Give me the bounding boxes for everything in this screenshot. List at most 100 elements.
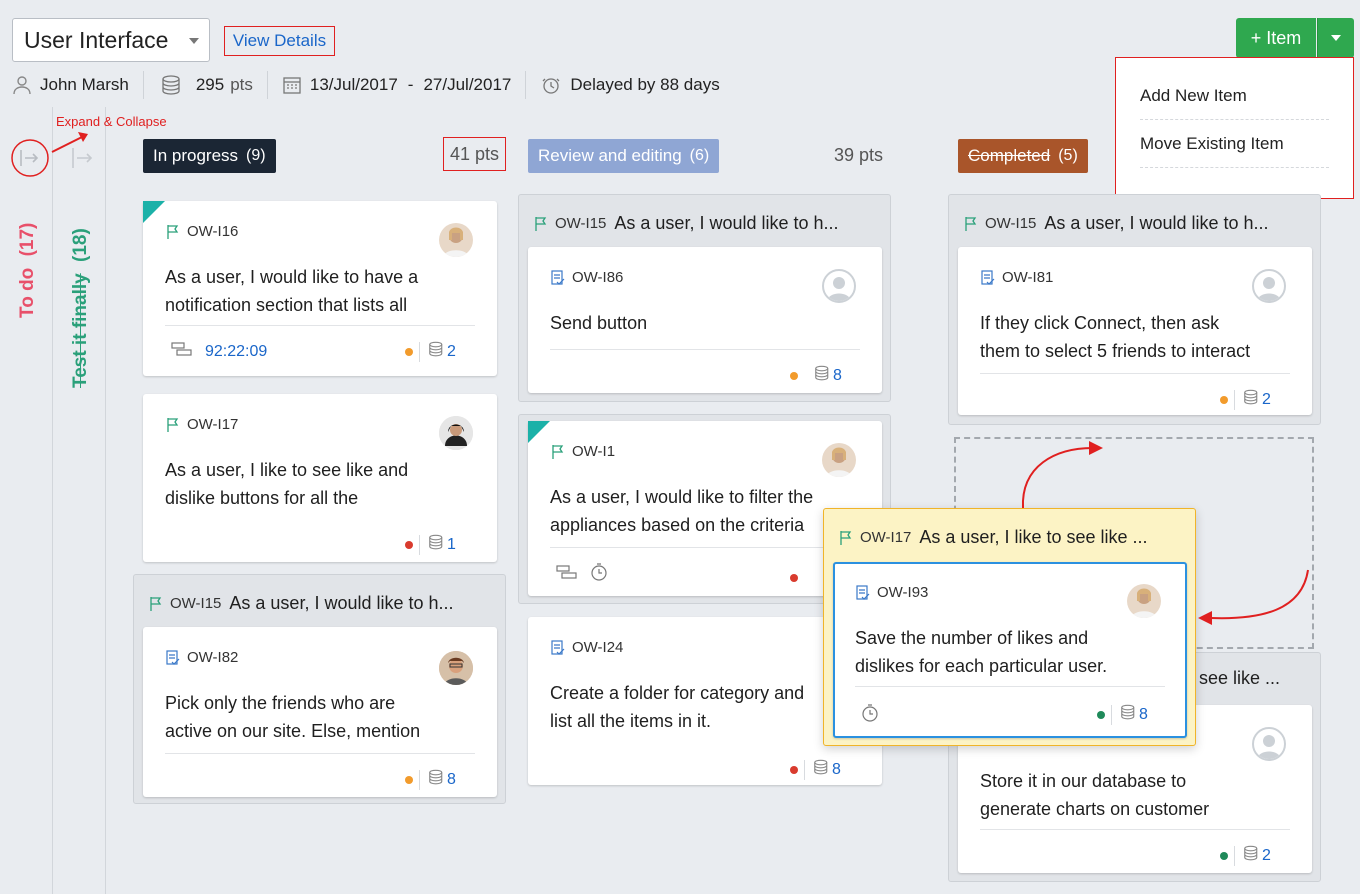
points-value: 295 <box>195 75 225 94</box>
column-points-review: 39 pts <box>834 145 884 165</box>
item-id: OW-I24 <box>550 639 623 656</box>
item-title: Store it in our database to generate char… <box>980 771 1210 819</box>
parent-item-id: OW-I17 As a user, I like to see like ... <box>838 527 1148 548</box>
clock-delay-icon <box>540 75 562 95</box>
view-details-link[interactable]: View Details <box>224 26 335 56</box>
priority-dot <box>405 775 413 784</box>
item-id: OW-I81 <box>980 269 1053 286</box>
coins-icon <box>426 341 444 362</box>
item-title: As a user, I would like to have a notific… <box>165 267 419 315</box>
add-item-menu: Add New Item Move Existing Item <box>1115 57 1354 199</box>
timer-icon <box>590 563 608 586</box>
flag-icon <box>963 216 979 232</box>
user-icon <box>12 75 32 95</box>
column-header-completed[interactable]: Completed (5) <box>958 139 1088 173</box>
column-header-review[interactable]: Review and editing (6) <box>528 139 720 173</box>
item-id: OW-I16 <box>165 223 238 240</box>
owner-name: John Marsh <box>40 75 129 94</box>
project-selector[interactable]: User Interface <box>12 18 210 62</box>
item-timer: 92:22:09 <box>171 341 267 362</box>
flag-icon <box>550 444 566 460</box>
collapse-corner-icon[interactable] <box>528 421 550 443</box>
avatar[interactable] <box>439 416 473 450</box>
item-title: As a user, I like to see like and dislike… <box>165 460 409 508</box>
priority-dot <box>405 540 413 549</box>
item-points: 8 <box>790 365 842 386</box>
item-card[interactable]: OW-I81 If they click Connect, then ask th… <box>958 247 1312 415</box>
expand-icon <box>11 139 49 177</box>
item-card[interactable]: OW-I82 Pick only the friends who are acti… <box>143 627 497 797</box>
coins-icon <box>1241 845 1259 866</box>
column-header-in-progress[interactable]: In progress (9) <box>143 139 276 173</box>
subtask-icon <box>556 564 578 585</box>
item-points: 8 <box>790 759 841 780</box>
avatar-placeholder[interactable] <box>822 269 856 303</box>
item-card[interactable]: OW-I86 Send button 8 <box>528 247 882 393</box>
timer-icon <box>861 704 879 722</box>
flag-icon <box>838 530 854 546</box>
item-points: 8 <box>1097 704 1148 725</box>
priority-dot <box>405 347 413 356</box>
avatar[interactable] <box>439 651 473 685</box>
item-id: OW-I17 <box>165 416 238 433</box>
parent-item-id: OW-I15 As a user, I would like to h... <box>148 593 454 614</box>
avatar[interactable] <box>1127 584 1161 618</box>
item-card[interactable]: OW-I17 As a user, I like to see like and… <box>143 394 497 562</box>
priority-dot <box>1220 395 1228 404</box>
todo-column-label: To do (17) <box>17 222 38 318</box>
parent-item-id: OW-I15 As a user, I would like to h... <box>963 213 1269 234</box>
delay-status: Delayed by 88 days <box>570 75 720 94</box>
priority-dot <box>790 569 798 587</box>
avatar[interactable] <box>822 443 856 477</box>
parent-item-id: OW-I15 As a user, I would like to h... <box>533 213 839 234</box>
drag-arrow-left <box>1198 569 1309 625</box>
item-points: 1 <box>405 534 456 555</box>
coins-icon <box>426 769 444 790</box>
item-points: 2 <box>405 341 456 362</box>
item-id: OW-I1 <box>550 443 615 460</box>
item-title: Save the number of likes and dislikes for… <box>855 628 1108 676</box>
item-id: OW-I86 <box>550 269 623 286</box>
avatar-placeholder[interactable] <box>1252 727 1286 761</box>
points-unit: pts <box>230 75 253 94</box>
calendar-icon <box>282 75 302 95</box>
end-date: 27/Jul/2017 <box>423 75 512 94</box>
test-column-label: Test it finally (18) <box>70 228 91 388</box>
item-card-dragging[interactable]: OW-I93 Save the number of likes and disli… <box>833 562 1187 738</box>
item-title: Send button <box>550 313 648 333</box>
menu-item-add-new[interactable]: Add New Item <box>1140 72 1329 120</box>
add-item-dropdown-toggle[interactable] <box>1317 18 1354 58</box>
flag-icon <box>165 417 181 433</box>
add-item-button[interactable]: + Item <box>1236 18 1316 58</box>
date-separator: - <box>407 75 414 94</box>
menu-item-move-existing[interactable]: Move Existing Item <box>1140 120 1329 168</box>
task-icon <box>980 269 996 286</box>
task-icon <box>550 269 566 286</box>
coins-icon <box>426 534 444 555</box>
item-title: If they click Connect, then ask them to s… <box>980 313 1251 361</box>
start-date: 13/Jul/2017 <box>309 75 398 94</box>
annotation-arrow <box>51 132 88 153</box>
item-id: OW-I93 <box>855 584 928 601</box>
avatar-placeholder[interactable] <box>1252 269 1286 303</box>
item-id: OW-I82 <box>165 649 238 666</box>
expand-collapse-button[interactable] <box>10 138 50 178</box>
avatar[interactable] <box>439 223 473 257</box>
item-points: 2 <box>1220 845 1271 866</box>
coins-icon <box>812 365 830 386</box>
test-rail[interactable] <box>54 107 106 894</box>
flag-icon <box>165 224 181 240</box>
item-card[interactable]: OW-I16 As a user, I would like to have a… <box>143 201 497 376</box>
item-title: Pick only the friends who are active on o… <box>165 693 421 741</box>
expand-collapse-note: Expand & Collapse <box>56 114 167 129</box>
item-icons <box>556 563 608 586</box>
dragged-item-group[interactable]: OW-I17 As a user, I like to see like ...… <box>823 508 1196 746</box>
subtask-icon <box>171 341 193 362</box>
item-points: 8 <box>405 769 456 790</box>
check-corner-icon <box>143 201 165 223</box>
flag-icon <box>148 596 164 612</box>
priority-dot <box>1097 710 1105 719</box>
chevron-down-icon <box>189 38 199 44</box>
drag-arrow-up <box>1021 441 1103 509</box>
coins-icon <box>1241 389 1259 410</box>
